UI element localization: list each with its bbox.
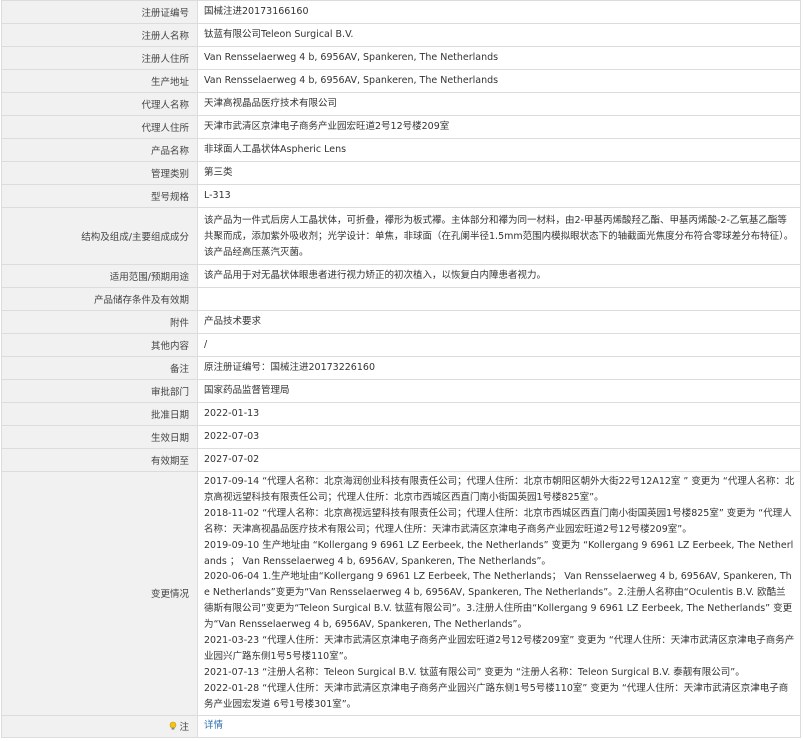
value-production-address: Van Rensselaerweg 4 b, 6956AV, Spankeren… bbox=[197, 69, 801, 93]
value-effective-date: 2022-07-03 bbox=[197, 425, 801, 449]
label-change-history: 变更情况 bbox=[1, 471, 198, 716]
change-entry: 2020-06-04 1.生产地址由“Kollergang 9 6961 LZ … bbox=[204, 571, 793, 631]
label-approval-date: 批准日期 bbox=[1, 402, 198, 426]
row-storage-validity: 产品储存条件及有效期 bbox=[1, 287, 801, 311]
value-registrant-name: 钛蓝有限公司Teleon Surgical B.V. bbox=[197, 23, 801, 47]
label-expiry-date: 有效期至 bbox=[1, 448, 198, 472]
row-attachment: 附件 产品技术要求 bbox=[1, 310, 801, 334]
row-other-content: 其他内容 / bbox=[1, 333, 801, 357]
label-production-address: 生产地址 bbox=[1, 69, 198, 93]
value-model-spec: L-313 bbox=[197, 184, 801, 208]
change-entry: 2019-09-10 生产地址由 “Kollergang 9 6961 LZ E… bbox=[204, 539, 794, 567]
label-note: 注 bbox=[1, 714, 198, 738]
value-structure-composition: 该产品为一件式后房人工晶状体，可折叠，襻形为板式襻。主体部分和襻为同一材料，由2… bbox=[197, 207, 801, 265]
label-registrant-address: 注册人住所 bbox=[1, 46, 198, 70]
row-agent-address: 代理人住所 天津市武清区京津电子商务产业园宏旺道2号12号楼209室 bbox=[1, 115, 801, 139]
value-approval-dept: 国家药品监督管理局 bbox=[197, 379, 801, 403]
value-remarks: 原注册证编号：国械注进20173226160 bbox=[197, 356, 801, 380]
label-structure-composition: 结构及组成/主要组成成分 bbox=[1, 207, 198, 265]
row-expiry-date: 有效期至 2027-07-02 bbox=[1, 448, 801, 472]
row-reg-number: 注册证编号 国械注进20173166160 bbox=[1, 0, 801, 24]
value-note: 详情 bbox=[197, 714, 801, 738]
row-agent-name: 代理人名称 天津高视晶品医疗技术有限公司 bbox=[1, 92, 801, 116]
value-registrant-address: Van Rensselaerweg 4 b, 6956AV, Spankeren… bbox=[197, 46, 801, 70]
value-other-content: / bbox=[197, 333, 801, 357]
value-storage-validity bbox=[197, 287, 801, 311]
value-product-name: 非球面人工晶状体Aspheric Lens bbox=[197, 138, 801, 162]
label-reg-number: 注册证编号 bbox=[1, 0, 198, 24]
row-structure-composition: 结构及组成/主要组成成分 该产品为一件式后房人工晶状体，可折叠，襻形为板式襻。主… bbox=[1, 207, 801, 265]
value-management-class: 第三类 bbox=[197, 161, 801, 185]
label-storage-validity: 产品储存条件及有效期 bbox=[1, 287, 198, 311]
details-link[interactable]: 详情 bbox=[204, 720, 223, 731]
label-agent-name: 代理人名称 bbox=[1, 92, 198, 116]
change-entry: 2021-03-23 “代理人住所：天津市武清区京津电子商务产业园宏旺道2号12… bbox=[204, 635, 795, 662]
value-approval-date: 2022-01-13 bbox=[197, 402, 801, 426]
row-product-name: 产品名称 非球面人工晶状体Aspheric Lens bbox=[1, 138, 801, 162]
label-remarks: 备注 bbox=[1, 356, 198, 380]
label-attachment: 附件 bbox=[1, 310, 198, 334]
label-management-class: 管理类别 bbox=[1, 161, 198, 185]
change-entry: 2018-11-02 “代理人名称：北京高视远望科技有限责任公司；代理人住所：北… bbox=[204, 507, 792, 535]
label-product-name: 产品名称 bbox=[1, 138, 198, 162]
row-approval-dept: 审批部门 国家药品监督管理局 bbox=[1, 379, 801, 403]
value-expiry-date: 2027-07-02 bbox=[197, 448, 801, 472]
label-approval-dept: 审批部门 bbox=[1, 379, 198, 403]
label-registrant-name: 注册人名称 bbox=[1, 23, 198, 47]
label-effective-date: 生效日期 bbox=[1, 425, 198, 449]
value-change-history: 2017-09-14 “代理人名称：北京海润创业科技有限责任公司；代理人住所：北… bbox=[197, 471, 801, 716]
value-agent-name: 天津高视晶品医疗技术有限公司 bbox=[197, 92, 801, 116]
change-entry: 2017-09-14 “代理人名称：北京海润创业科技有限责任公司；代理人住所：北… bbox=[204, 476, 795, 503]
change-entry: 2021-07-13 “注册人名称：Teleon Surgical B.V. 钛… bbox=[204, 666, 745, 678]
row-change-history: 变更情况 2017-09-14 “代理人名称：北京海润创业科技有限责任公司；代理… bbox=[1, 471, 801, 716]
note-label-text: 注 bbox=[179, 722, 189, 734]
value-agent-address: 天津市武清区京津电子商务产业园宏旺道2号12号楼209室 bbox=[197, 115, 801, 139]
tip-bulb-icon bbox=[170, 721, 177, 730]
row-note: 注 详情 bbox=[1, 714, 801, 738]
change-entry: 2022-01-28 “代理人住所：天津市武清区京津电子商务产业园兴广路东侧1号… bbox=[204, 682, 789, 710]
value-attachment: 产品技术要求 bbox=[197, 310, 801, 334]
label-intended-use: 适用范围/预期用途 bbox=[1, 264, 198, 288]
row-management-class: 管理类别 第三类 bbox=[1, 161, 801, 185]
label-model-spec: 型号规格 bbox=[1, 184, 198, 208]
row-production-address: 生产地址 Van Rensselaerweg 4 b, 6956AV, Span… bbox=[1, 69, 801, 93]
value-intended-use: 该产品用于对无晶状体眼患者进行视力矫正的初次植入，以恢复白内障患者视力。 bbox=[197, 264, 801, 288]
row-registrant-name: 注册人名称 钛蓝有限公司Teleon Surgical B.V. bbox=[1, 23, 801, 47]
label-agent-address: 代理人住所 bbox=[1, 115, 198, 139]
row-model-spec: 型号规格 L-313 bbox=[1, 184, 801, 208]
row-remarks: 备注 原注册证编号：国械注进20173226160 bbox=[1, 356, 801, 380]
row-approval-date: 批准日期 2022-01-13 bbox=[1, 402, 801, 426]
value-reg-number: 国械注进20173166160 bbox=[197, 0, 801, 24]
label-other-content: 其他内容 bbox=[1, 333, 198, 357]
row-effective-date: 生效日期 2022-07-03 bbox=[1, 425, 801, 449]
row-registrant-address: 注册人住所 Van Rensselaerweg 4 b, 6956AV, Spa… bbox=[1, 46, 801, 70]
registration-detail-table: 注册证编号 国械注进20173166160 注册人名称 钛蓝有限公司Teleon… bbox=[1, 0, 801, 738]
row-intended-use: 适用范围/预期用途 该产品用于对无晶状体眼患者进行视力矫正的初次植入，以恢复白内… bbox=[1, 264, 801, 288]
